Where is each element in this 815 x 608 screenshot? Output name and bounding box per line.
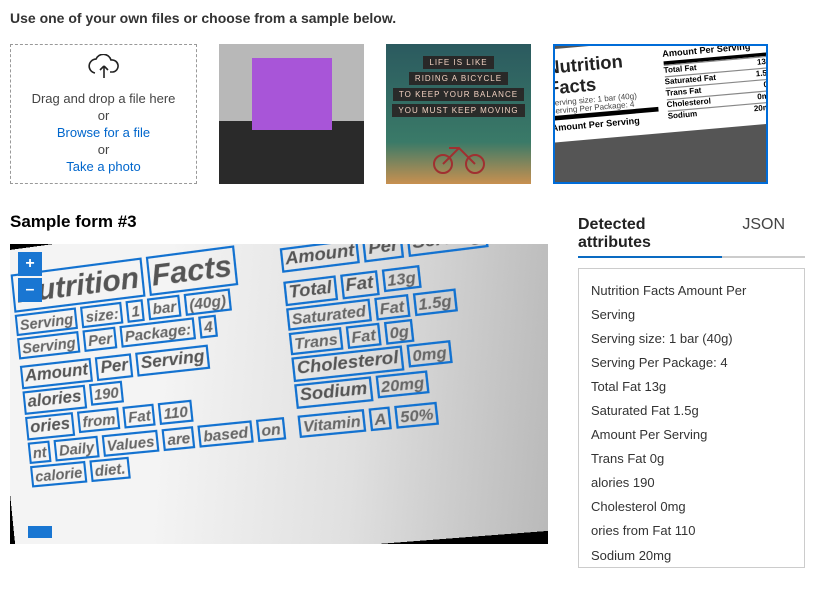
poster-line: TO KEEP YOUR BALANCE	[393, 88, 524, 101]
ocr-token: Per	[362, 244, 404, 263]
sample-thumbnail-1[interactable]	[219, 44, 364, 184]
ocr-token: 20mg	[375, 370, 430, 398]
ocr-token: Values	[101, 430, 159, 457]
form-title: Sample form #3	[10, 212, 548, 232]
ocr-token: bar	[147, 295, 181, 321]
detected-line: Saturated Fat 1.5g	[591, 399, 792, 423]
or-text-2: or	[98, 142, 110, 157]
take-photo-link[interactable]: Take a photo	[66, 159, 140, 174]
ocr-token: Fat	[123, 404, 156, 429]
ocr-token: Fat	[374, 294, 410, 321]
zoom-controls: + –	[18, 252, 42, 304]
browse-link[interactable]: Browse for a file	[57, 125, 150, 140]
ocr-token: are	[162, 426, 196, 451]
ocr-token: Serving	[17, 331, 81, 360]
drag-text: Drag and drop a file here	[32, 91, 176, 106]
instruction-text: Use one of your own files or choose from…	[10, 10, 805, 26]
ocr-token: A	[369, 406, 393, 431]
ocr-token: Vitamin	[297, 409, 366, 438]
ocr-token: Daily	[54, 436, 100, 462]
detected-line: Sodium 20mg	[591, 544, 792, 568]
sample-thumbnail-3[interactable]: Nutrition Facts Serving size: 1 bar (40g…	[553, 44, 768, 184]
tab-detected-attributes[interactable]: Detected attributes	[578, 212, 722, 258]
detected-line: ories from Fat 110	[591, 519, 792, 543]
result-tabs: Detected attributes JSON	[578, 212, 805, 258]
zoom-in-button[interactable]: +	[18, 252, 42, 276]
cloud-upload-icon	[86, 54, 122, 83]
ocr-token: Serving	[406, 244, 488, 257]
poster-line: YOU MUST KEEP MOVING	[392, 104, 524, 117]
upload-row: Drag and drop a file here or Browse for …	[10, 44, 805, 184]
or-text-1: or	[98, 108, 110, 123]
detected-line: Nutrition Facts Amount Per Serving	[591, 279, 792, 327]
image-preview[interactable]: + – NutritionFacts Servingsize:1bar(40g)…	[10, 244, 548, 544]
ocr-token: ories	[25, 412, 75, 440]
ocr-token: 13g	[381, 265, 421, 292]
detected-line: Total Fat 13g	[591, 375, 792, 399]
detected-line: Amount Per Serving	[591, 423, 792, 447]
ocr-token: Fat	[340, 270, 380, 299]
ocr-token: calorie	[30, 461, 87, 488]
nutrition-label-thumb: Nutrition Facts Serving size: 1 bar (40g…	[553, 44, 768, 143]
ocr-token: Amount	[280, 244, 361, 273]
detected-attributes-panel: Nutrition Facts Amount Per ServingServin…	[578, 268, 805, 568]
ocr-token: 50%	[394, 402, 439, 429]
ocr-token: Per	[83, 327, 118, 352]
detected-line: Serving size: 1 bar (40g)	[591, 327, 792, 351]
dropzone[interactable]: Drag and drop a file here or Browse for …	[10, 44, 197, 184]
tab-json[interactable]: JSON	[742, 212, 785, 256]
sample-thumbnail-2[interactable]: LIFE IS LIKE RIDING A BICYCLE TO KEEP YO…	[386, 44, 531, 184]
ocr-token: (40g)	[184, 288, 232, 316]
ocr-token: from	[77, 407, 121, 433]
ocr-token: 0mg	[406, 340, 452, 368]
ocr-token: diet.	[90, 457, 131, 482]
ocr-token: 1	[126, 299, 145, 323]
ocr-token: Per	[95, 353, 133, 381]
zoom-out-button[interactable]: –	[18, 278, 42, 302]
ocr-token: on	[256, 417, 287, 442]
ocr-token: 1.5g	[412, 288, 457, 316]
minimap-indicator	[28, 526, 52, 538]
bicycle-icon	[429, 138, 489, 174]
ocr-token: 190	[89, 381, 124, 406]
ocr-overlay: NutritionFacts Servingsize:1bar(40g) Ser…	[10, 244, 548, 544]
detected-line: Serving Per Package: 4	[591, 351, 792, 375]
poster-line: LIFE IS LIKE	[423, 56, 493, 69]
ocr-token: Fat	[346, 323, 382, 349]
detected-line: Trans Fat 0g	[591, 447, 792, 471]
detected-line: Cholesterol 0mg	[591, 495, 792, 519]
ocr-token: 110	[158, 400, 193, 425]
ocr-token: 0g	[384, 319, 415, 345]
ocr-token: nt	[28, 440, 52, 464]
ocr-token: 4	[199, 315, 219, 339]
sticky-note-icon	[252, 58, 332, 130]
detected-line: alories 190	[591, 471, 792, 495]
ocr-token: Sodium	[294, 376, 373, 409]
poster-line: RIDING A BICYCLE	[409, 72, 508, 85]
ocr-token: based	[198, 420, 254, 447]
